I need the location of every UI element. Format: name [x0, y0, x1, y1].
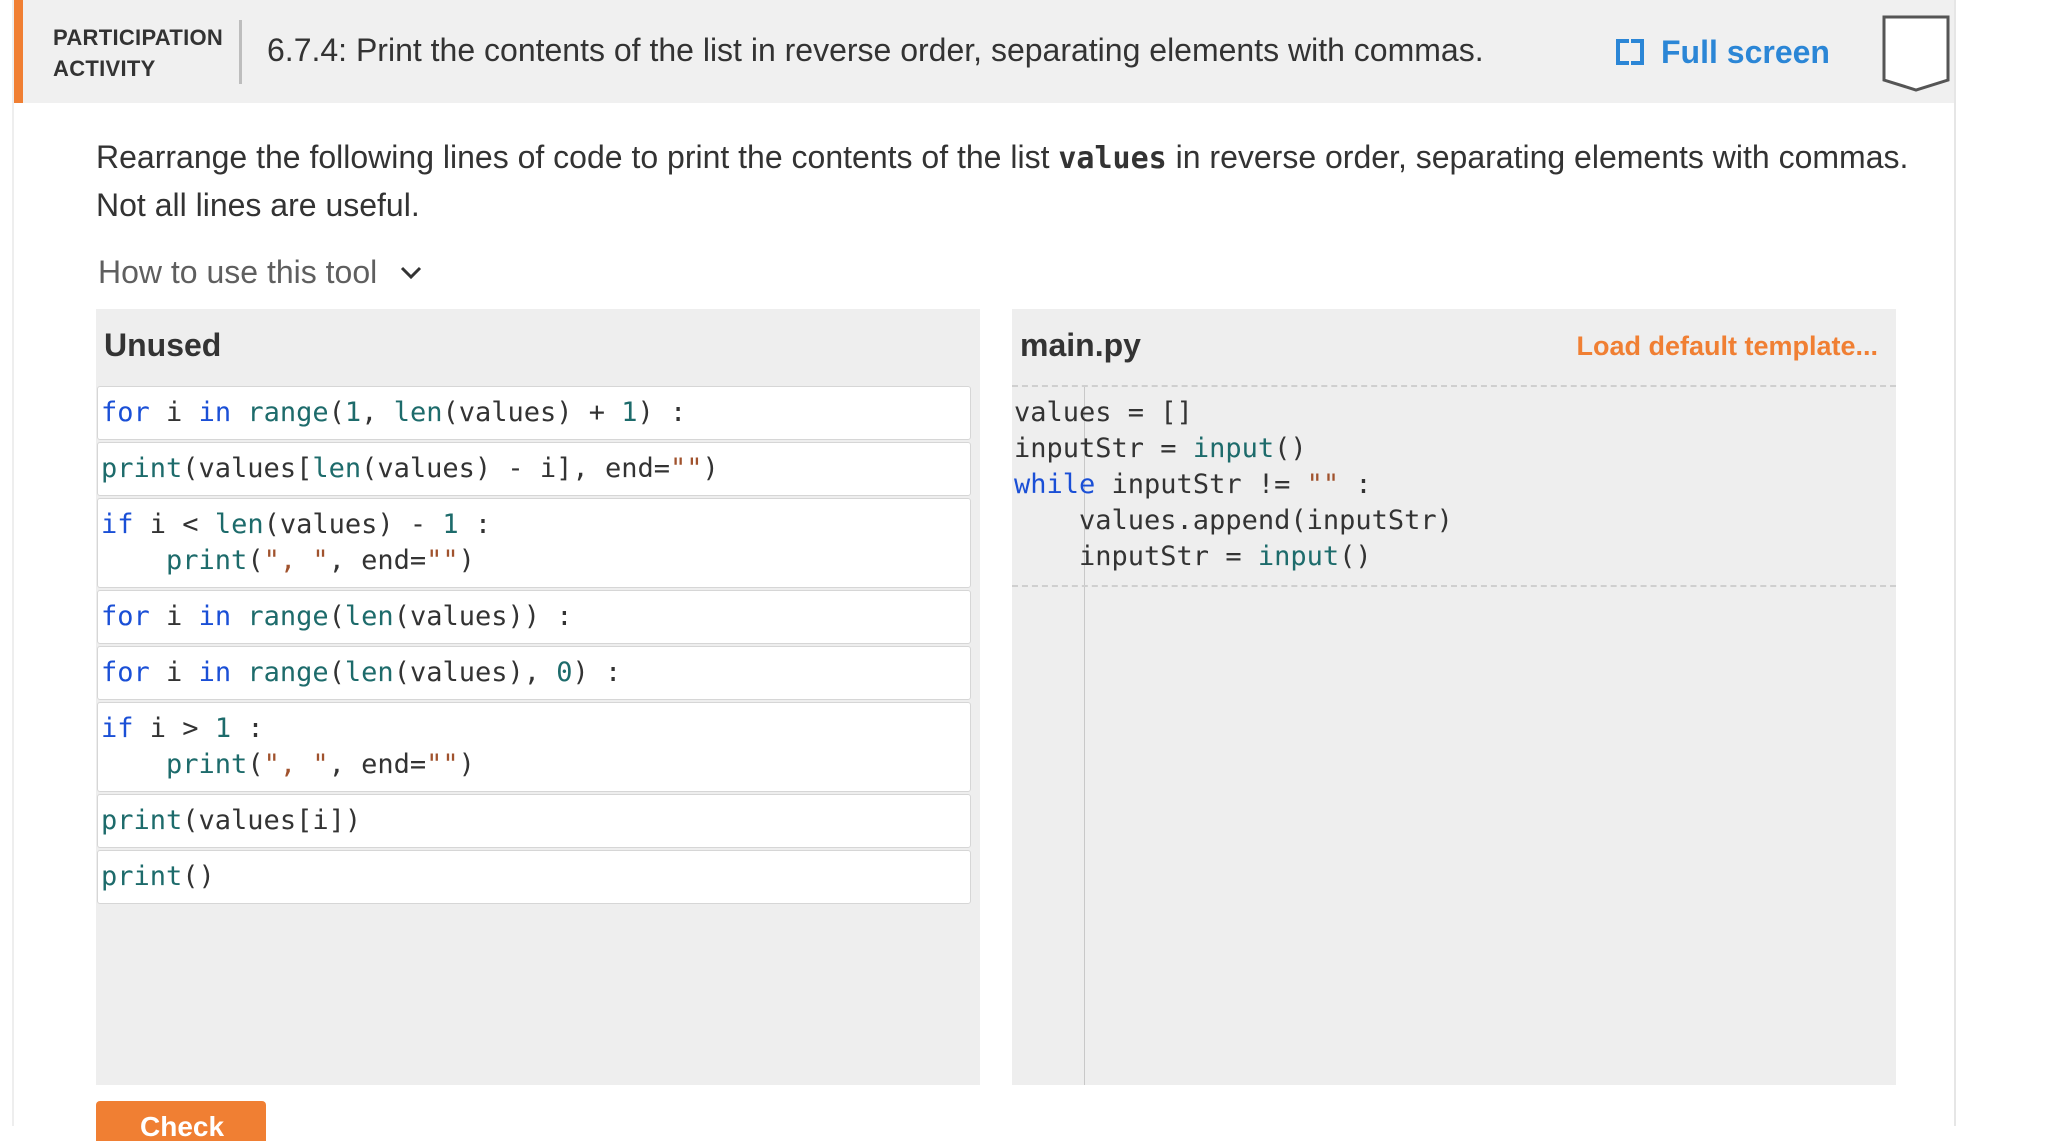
activity-type-label: PARTICIPATION ACTIVITY — [53, 22, 233, 84]
check-button[interactable]: Check — [96, 1101, 266, 1142]
header-divider — [239, 20, 242, 84]
code-block-2[interactable]: print(values[len(values) - i], end="") — [97, 442, 971, 496]
how-to-use-toggle[interactable]: How to use this tool — [98, 254, 423, 291]
instructions-code: values — [1058, 141, 1167, 176]
main-py-panel: main.py Load default template... values … — [1012, 309, 1896, 1085]
code-line-5[interactable]: inputStr = input() — [1014, 539, 1372, 575]
code-block-6[interactable]: if i > 1 : print(", ", end="") — [97, 702, 971, 792]
how-to-use-label: How to use this tool — [98, 254, 378, 290]
code-line-3[interactable]: while inputStr != "" : — [1014, 467, 1372, 503]
code-block-3[interactable]: if i < len(values) - 1 : print(", ", end… — [97, 498, 971, 588]
activity-type-line1: PARTICIPATION — [53, 25, 224, 50]
code-block-4[interactable]: for i in range(len(values)) : — [97, 590, 971, 644]
activity-header: PARTICIPATION ACTIVITY 6.7.4: Print the … — [14, 0, 1954, 103]
activity-instructions: Rearrange the following lines of code to… — [96, 134, 1926, 228]
activity-title: 6.7.4: Print the contents of the list in… — [267, 32, 1484, 68]
fullscreen-icon — [1615, 37, 1645, 67]
code-block-8[interactable]: print() — [97, 850, 971, 904]
code-block-7[interactable]: print(values[i]) — [97, 794, 971, 848]
code-line-2[interactable]: inputStr = input() — [1014, 431, 1307, 467]
main-py-title: main.py — [1020, 327, 1141, 363]
code-block-5[interactable]: for i in range(len(values), 0) : — [97, 646, 971, 700]
participation-activity-card: PARTICIPATION ACTIVITY 6.7.4: Print the … — [12, 0, 1956, 1142]
instructions-text-before: Rearrange the following lines of code to… — [96, 139, 1059, 175]
chevron-down-icon — [401, 266, 422, 279]
unused-panel: Unused for i in range(1, len(values) + 1… — [96, 309, 980, 1085]
activity-type-line2: ACTIVITY — [53, 56, 156, 81]
code-block-1[interactable]: for i in range(1, len(values) + 1) : — [97, 386, 971, 440]
code-line-4[interactable]: values.append(inputStr) — [1014, 503, 1453, 539]
unused-panel-title: Unused — [104, 327, 222, 363]
fullscreen-label: Full screen — [1661, 33, 1830, 70]
fullscreen-button[interactable]: Full screen — [1615, 32, 1830, 72]
check-button-label: Check — [140, 1111, 225, 1142]
bookmark-icon[interactable] — [1881, 14, 1951, 92]
load-default-template-link[interactable]: Load default template... — [1576, 331, 1878, 362]
code-line-1[interactable]: values = [] — [1014, 395, 1193, 431]
main-py-code-area[interactable]: values = [] inputStr = input() while inp… — [1012, 385, 1896, 587]
